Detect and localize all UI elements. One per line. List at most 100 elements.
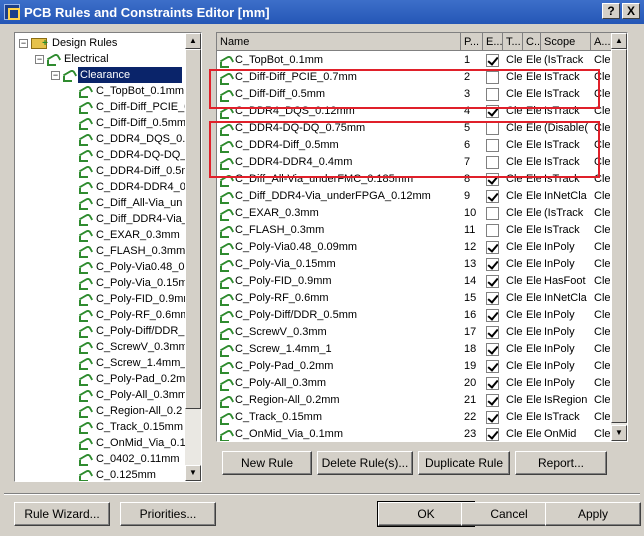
enabled-cell[interactable] (483, 392, 503, 409)
enabled-checkbox[interactable] (486, 394, 499, 407)
tree-node-electrical[interactable]: − Electrical (35, 51, 111, 67)
scroll-thumb[interactable] (611, 49, 627, 423)
col-attributes[interactable]: A... (591, 33, 613, 51)
rules-tree[interactable]: − Design Rules − Electrical − Clearance … (14, 32, 202, 482)
scroll-down-icon[interactable]: ▼ (611, 425, 627, 441)
enabled-cell[interactable] (483, 307, 503, 324)
duplicate-rule-button[interactable]: Duplicate Rule (418, 451, 510, 475)
tree-rule-item[interactable]: C_Poly-Via_0.15m (79, 275, 190, 291)
enabled-cell[interactable] (483, 273, 503, 290)
enabled-cell[interactable] (483, 358, 503, 375)
enabled-checkbox[interactable] (486, 360, 499, 373)
tree-rule-item[interactable]: C_TopBot_0.1mm (79, 83, 186, 99)
enabled-cell[interactable] (483, 52, 503, 69)
table-row[interactable]: C_Track_0.15mm 22 Cle Ele IsTrack Cle (217, 409, 613, 426)
enabled-cell[interactable] (483, 324, 503, 341)
table-row[interactable]: C_Screw_1.4mm_1 18 Cle Ele InPoly Cle (217, 341, 613, 358)
rule-wizard-button[interactable]: Rule Wizard... (14, 502, 110, 526)
col-scope[interactable]: Scope (541, 33, 591, 51)
tree-rule-item[interactable]: C_Region-All_0.2 (79, 403, 184, 419)
col-enabled[interactable]: E... (483, 33, 503, 51)
enabled-cell[interactable] (483, 341, 503, 358)
collapse-icon[interactable]: − (51, 70, 60, 80)
col-priority[interactable]: P... (461, 33, 483, 51)
table-row[interactable]: C_FLASH_0.3mm 11 Cle Ele IsTrack Cle (217, 222, 613, 239)
scroll-up-icon[interactable]: ▲ (611, 33, 627, 49)
enabled-checkbox[interactable] (486, 54, 499, 67)
tree-rule-item[interactable]: C_Poly-Pad_0.2mm (79, 371, 196, 387)
tree-rule-item[interactable]: C_Poly-FID_0.9mm (79, 291, 195, 307)
cancel-button[interactable]: Cancel (461, 502, 557, 526)
enabled-cell[interactable] (483, 409, 503, 426)
tree-rule-item[interactable]: C_EXAR_0.3mm (79, 227, 182, 243)
enabled-cell[interactable] (483, 222, 503, 239)
enabled-checkbox[interactable] (486, 275, 499, 288)
tree-rule-item[interactable]: C_DDR4-Diff_0.5m (79, 163, 193, 179)
table-row[interactable]: C_Poly-RF_0.6mm 15 Cle Ele InNetCla Cle (217, 290, 613, 307)
tree-rule-item[interactable]: C_Diff_DDR4-Via_ (79, 211, 190, 227)
tree-rule-item[interactable]: C_DDR4-DQ-DQ_0.7 (79, 147, 201, 163)
scroll-up-icon[interactable]: ▲ (185, 33, 201, 49)
enabled-checkbox[interactable] (486, 224, 499, 237)
delete-rule-button[interactable]: Delete Rule(s)... (317, 451, 413, 475)
tree-scrollbar[interactable]: ▲ ▼ (185, 33, 201, 481)
table-row[interactable]: C_Diff_DDR4-Via_underFPGA_0.12mm 9 Cle Ele I… (217, 188, 613, 205)
table-row[interactable]: C_TopBot_0.1mm 1 Cle Ele (IsTrack Cle (217, 52, 613, 69)
enabled-checkbox[interactable] (486, 241, 499, 254)
enabled-checkbox[interactable] (486, 309, 499, 322)
enabled-checkbox[interactable] (486, 258, 499, 271)
apply-button[interactable]: Apply (545, 502, 641, 526)
table-row[interactable]: C_Poly-Pad_0.2mm 19 Cle Ele InPoly Cle (217, 358, 613, 375)
tree-rule-item[interactable]: C_Poly-RF_0.6mm (79, 307, 192, 323)
col-type[interactable]: T... (503, 33, 523, 51)
table-row[interactable]: C_Poly-FID_0.9mm 14 Cle Ele HasFoot Cle (217, 273, 613, 290)
enabled-checkbox[interactable] (486, 190, 499, 203)
enabled-cell[interactable] (483, 375, 503, 392)
tree-rule-item[interactable]: C_Poly-Via0.48_0. (79, 259, 190, 275)
tree-rule-item[interactable]: C_Diff-Diff_0.5mm (79, 115, 188, 131)
enabled-cell[interactable] (483, 205, 503, 222)
scroll-thumb[interactable] (185, 49, 201, 409)
enabled-cell[interactable] (483, 239, 503, 256)
tree-rule-item[interactable]: C_DDR4-DDR4_0.4 (79, 179, 197, 195)
col-name[interactable]: Name (217, 33, 461, 51)
tree-rule-item[interactable]: C_Track_0.15mm (79, 419, 185, 435)
enabled-checkbox[interactable] (486, 377, 499, 390)
table-row[interactable]: C_Poly-Via_0.15mm 13 Cle Ele InPoly Cle (217, 256, 613, 273)
table-row[interactable]: C_Region-All_0.2mm 21 Cle Ele IsRegion Cle (217, 392, 613, 409)
collapse-icon[interactable]: − (35, 54, 44, 64)
enabled-cell[interactable] (483, 188, 503, 205)
tree-rule-item[interactable]: C_FLASH_0.3mm (79, 243, 187, 259)
enabled-checkbox[interactable] (486, 343, 499, 356)
scroll-down-icon[interactable]: ▼ (185, 465, 201, 481)
tree-node-clearance[interactable]: − Clearance (51, 67, 182, 83)
table-row[interactable]: C_ScrewV_0.3mm 17 Cle Ele InPoly Cle (217, 324, 613, 341)
tree-rule-item[interactable]: C_0402_0.11mm (79, 451, 182, 467)
table-row[interactable]: C_Poly-Via0.48_0.09mm 12 Cle Ele InPoly Cle (217, 239, 613, 256)
collapse-icon[interactable]: − (19, 38, 28, 48)
help-button[interactable]: ? (602, 3, 620, 19)
enabled-checkbox[interactable] (486, 428, 499, 441)
enabled-checkbox[interactable] (486, 207, 499, 220)
tree-rule-item[interactable]: C_OnMid_Via_0.1 (79, 435, 188, 451)
table-row[interactable]: C_OnMid_Via_0.1mm 23 Cle Ele OnMid Cle (217, 426, 613, 441)
enabled-checkbox[interactable] (486, 326, 499, 339)
enabled-cell[interactable] (483, 256, 503, 273)
tree-node-design-rules[interactable]: − Design Rules (19, 35, 119, 52)
tree-rule-item[interactable]: C_ScrewV_0.3mm (79, 339, 190, 355)
close-button[interactable]: X (622, 3, 640, 19)
tree-rule-item[interactable]: C_DDR4_DQS_0.12 (79, 131, 200, 147)
priorities-button[interactable]: Priorities... (120, 502, 216, 526)
tree-rule-item[interactable]: C_0.125mm (79, 467, 158, 481)
col-category[interactable]: C... (523, 33, 541, 51)
enabled-checkbox[interactable] (486, 411, 499, 424)
enabled-cell[interactable] (483, 290, 503, 307)
tree-rule-item[interactable]: C_Poly-All_0.3mm (79, 387, 189, 403)
tree-rule-item[interactable]: C_Screw_1.4mm_1 (79, 355, 195, 371)
enabled-cell[interactable] (483, 426, 503, 441)
grid-scrollbar[interactable]: ▲ ▼ (611, 33, 627, 441)
ok-button[interactable]: OK (377, 501, 475, 527)
new-rule-button[interactable]: New Rule (222, 451, 312, 475)
table-row[interactable]: C_Poly-Diff/DDR_0.5mm 16 Cle Ele InPoly Cle (217, 307, 613, 324)
enabled-checkbox[interactable] (486, 292, 499, 305)
